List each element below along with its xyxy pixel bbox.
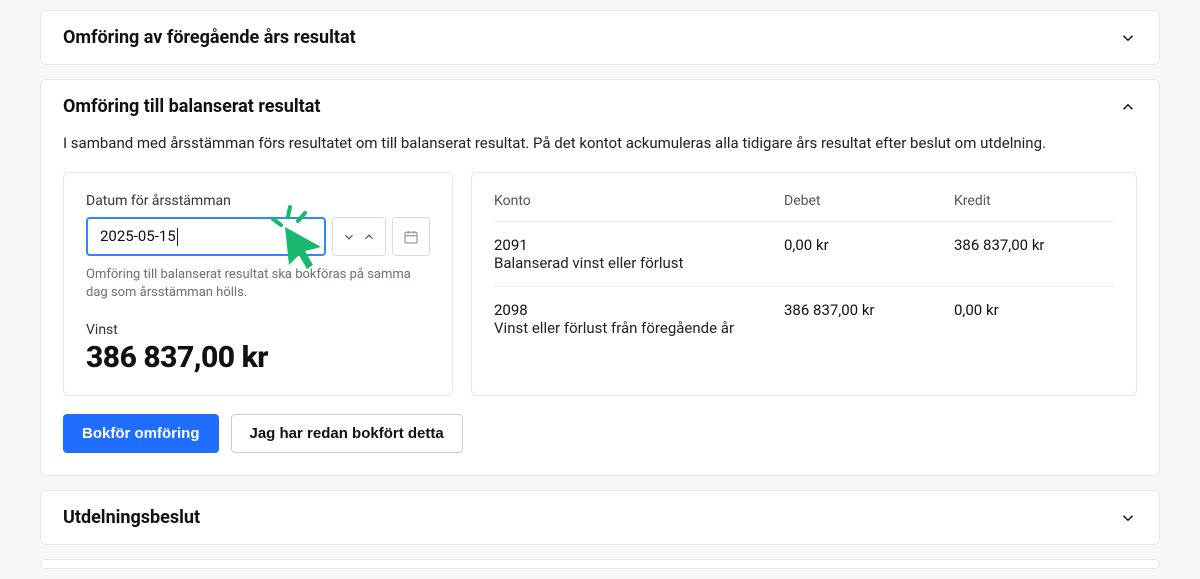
chevron-up-icon: [1119, 98, 1137, 116]
calendar-button[interactable]: [392, 217, 430, 256]
panel-description: I samband med årsstämman förs resultatet…: [63, 133, 1137, 154]
table-row: 2091 Balanserad vinst eller förlust 0,00…: [494, 221, 1114, 286]
chevron-down-icon: [1119, 509, 1137, 527]
col-kredit: Kredit: [954, 193, 1114, 209]
kredit-value: 386 837,00 kr: [954, 236, 1114, 254]
panel-balanced-result: Omföring till balanserat resultat I samb…: [40, 79, 1160, 476]
account-code: 2098: [494, 301, 774, 319]
chevron-down-icon: [342, 230, 356, 244]
book-transfer-button[interactable]: Bokför omföring: [63, 414, 219, 453]
panel-dividend-decision: Utdelningsbeslut: [40, 490, 1160, 545]
chevron-up-icon: [362, 230, 376, 244]
calendar-icon: [403, 229, 419, 245]
journal-table-card: Konto Debet Kredit 2091 Balanserad vinst…: [471, 172, 1137, 396]
date-field-label: Datum för årsstämman: [86, 193, 430, 209]
date-input[interactable]: 2025-05-15: [86, 217, 326, 256]
date-profit-card: Datum för årsstämman 2025-05-15: [63, 172, 453, 396]
col-konto: Konto: [494, 193, 774, 209]
panel-body: I samband med årsstämman förs resultatet…: [41, 133, 1159, 475]
account-code: 2091: [494, 236, 774, 254]
date-helper-text: Omföring till balanserat resultat ska bo…: [86, 266, 430, 302]
panel-header[interactable]: Omföring till balanserat resultat: [41, 80, 1159, 133]
panel-next-partial: [40, 559, 1160, 569]
kredit-value: 0,00 kr: [954, 301, 1114, 319]
panel-title: Utdelningsbeslut: [63, 507, 200, 528]
date-input-value: 2025-05-15: [100, 227, 176, 245]
profit-label: Vinst: [86, 322, 430, 338]
chevron-down-icon: [1119, 29, 1137, 47]
panel-header[interactable]: Omföring av föregående års resultat: [41, 11, 1159, 64]
table-row: 2098 Vinst eller förlust från föregående…: [494, 286, 1114, 351]
debet-value: 386 837,00 kr: [784, 301, 944, 319]
panel-title: Omföring av föregående års resultat: [63, 27, 356, 48]
panel-previous-year-result: Omföring av föregående års resultat: [40, 10, 1160, 65]
text-caret: [177, 228, 178, 246]
table-header: Konto Debet Kredit: [494, 193, 1114, 221]
col-debet: Debet: [784, 193, 944, 209]
debet-value: 0,00 kr: [784, 236, 944, 254]
profit-amount: 386 837,00 kr: [86, 340, 430, 375]
panel-title: Omföring till balanserat resultat: [63, 96, 320, 117]
date-stepper[interactable]: [332, 217, 386, 256]
account-name: Vinst eller förlust från föregående år: [494, 319, 774, 337]
account-name: Balanserad vinst eller förlust: [494, 254, 774, 272]
already-booked-button[interactable]: Jag har redan bokfört detta: [231, 414, 463, 453]
panel-header[interactable]: Utdelningsbeslut: [41, 491, 1159, 544]
